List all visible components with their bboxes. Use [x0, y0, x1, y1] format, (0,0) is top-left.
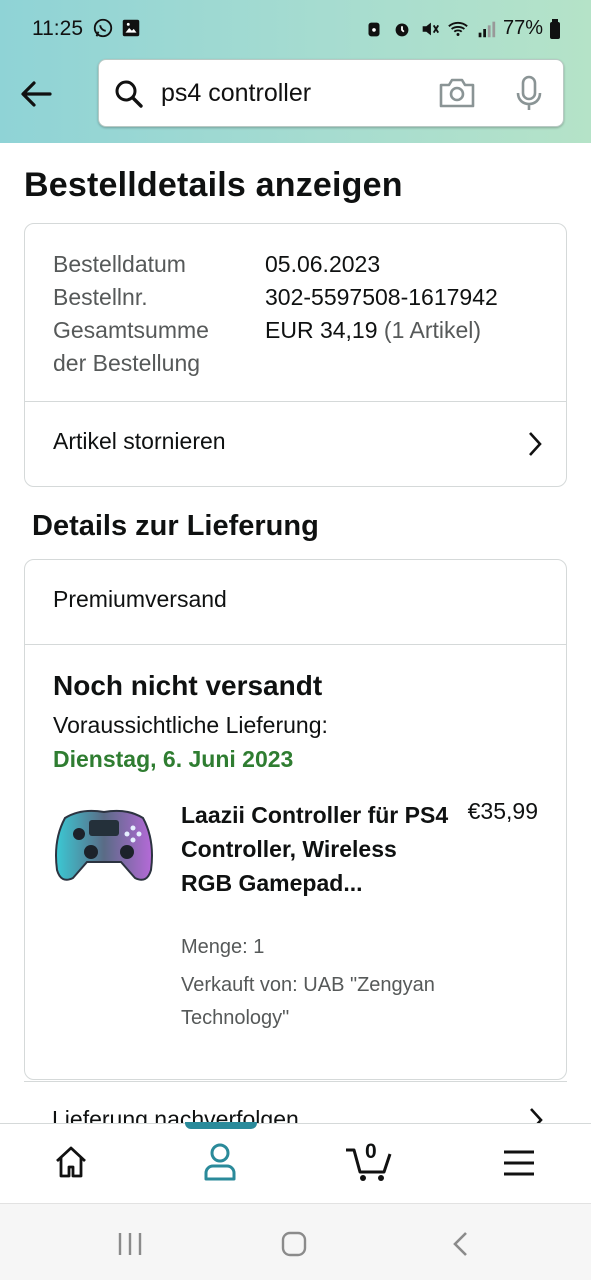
menu-icon[interactable] — [502, 1148, 536, 1178]
alarm-icon — [395, 23, 409, 36]
search-input[interactable]: ps4 controller — [161, 79, 311, 108]
search-icon — [115, 80, 143, 108]
status-bar: 11:25 77% — [0, 0, 591, 56]
estimated-delivery-date: Dienstag, 6. Juni 2023 — [53, 746, 294, 772]
order-date-value: 05.06.2023 — [265, 251, 381, 277]
order-number-label: Bestellnr. — [53, 284, 148, 310]
product-quantity: Menge: 1 — [181, 936, 265, 958]
account-icon[interactable] — [202, 1142, 238, 1182]
bottom-navigation: 0 — [0, 1122, 591, 1203]
battery-icon — [550, 18, 560, 39]
search-bar[interactable]: ps4 controller — [98, 59, 564, 127]
product-title[interactable]: Laazii Controller für PS4 Controller, Wi… — [181, 798, 451, 900]
delivery-heading: Details zur Lieferung — [32, 510, 319, 542]
system-back-icon[interactable] — [450, 1230, 472, 1258]
home-icon[interactable] — [53, 1144, 89, 1180]
order-total-label-line2: der Bestellung — [53, 350, 201, 376]
header-bar: 11:25 77% ps4 controller — [0, 0, 591, 143]
microphone-icon[interactable] — [513, 75, 545, 113]
whatsapp-icon — [93, 18, 113, 38]
cart-button[interactable]: 0 — [344, 1138, 394, 1184]
cart-count: 0 — [365, 1140, 377, 1163]
cancel-items-row[interactable]: Artikel stornieren — [25, 402, 566, 486]
order-date-label: Bestelldatum — [53, 251, 186, 277]
gallery-icon — [122, 19, 140, 37]
product-price: €35,99 — [467, 798, 538, 824]
recent-apps-icon[interactable] — [116, 1230, 144, 1258]
order-total-value: EUR 34,19 (1 Artikel) — [265, 317, 482, 343]
active-tab-indicator — [185, 1122, 257, 1129]
chevron-right-icon — [530, 1108, 543, 1123]
divider — [25, 644, 566, 645]
shipping-method: Premiumversand — [53, 586, 227, 612]
wifi-icon — [448, 21, 468, 36]
page-title: Bestelldetails anzeigen — [24, 166, 403, 204]
order-number-value: 302-5597508-1617942 — [265, 284, 498, 310]
status-time: 11:25 — [32, 17, 83, 40]
delivery-card: Premiumversand Noch nicht versandt Vorau… — [24, 559, 567, 1080]
track-delivery-row[interactable]: Lieferung nachverfolgen — [24, 1081, 567, 1123]
order-total-label: Gesamtsumme — [53, 317, 209, 343]
system-navigation-bar — [0, 1203, 591, 1280]
product-seller[interactable]: Verkauft von: UAB "Zengyan Technology" — [181, 969, 481, 1035]
home-button-icon[interactable] — [280, 1230, 308, 1258]
shipment-status: Noch nicht versandt — [53, 670, 323, 701]
chevron-right-icon — [529, 432, 542, 456]
camera-icon[interactable] — [437, 76, 477, 110]
order-summary-card: Bestelldatum 05.06.2023 Bestellnr. 302-5… — [24, 223, 567, 487]
cancel-items-label: Artikel stornieren — [53, 428, 226, 454]
estimated-delivery-label: Voraussichtliche Lieferung: — [53, 712, 328, 738]
android-lock-icon — [368, 22, 380, 36]
back-arrow-icon[interactable] — [16, 74, 56, 114]
mute-icon — [422, 22, 439, 35]
signal-icon — [478, 21, 496, 37]
track-delivery-label: Lieferung nachverfolgen — [52, 1106, 299, 1123]
product-image[interactable] — [51, 800, 157, 890]
battery-percent: 77% — [502, 17, 543, 39]
